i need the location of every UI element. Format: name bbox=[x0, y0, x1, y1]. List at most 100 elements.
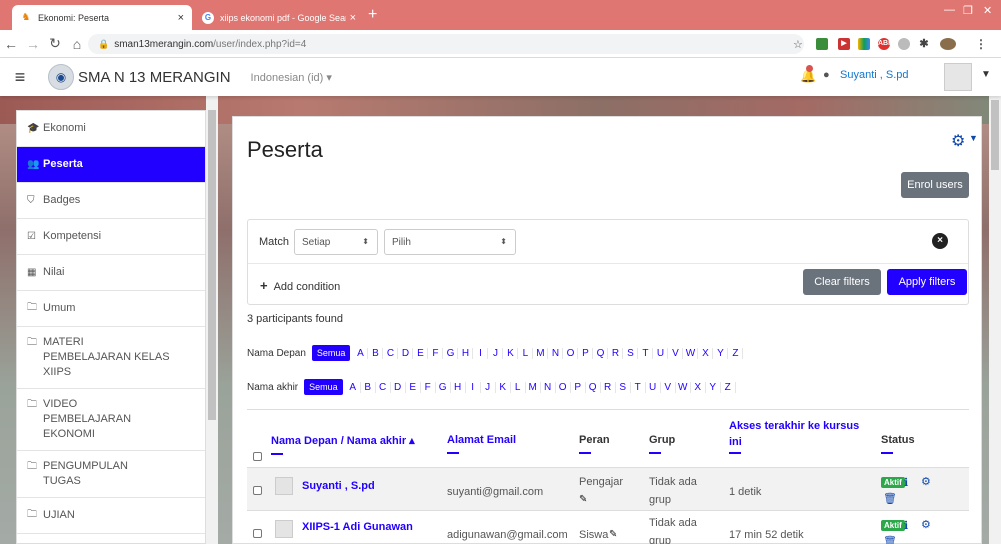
collapse-column-icon[interactable] bbox=[729, 452, 741, 454]
lastname-initial-j[interactable]: J bbox=[481, 381, 496, 393]
page-scrollbar[interactable] bbox=[989, 96, 1001, 544]
lastname-initial-u[interactable]: U bbox=[646, 381, 661, 393]
lastname-initial-g[interactable]: G bbox=[436, 381, 451, 393]
gear-icon[interactable]: ⚙ bbox=[951, 131, 965, 151]
lastname-initial-h[interactable]: H bbox=[451, 381, 466, 393]
firstname-initial-i[interactable]: I bbox=[473, 347, 489, 359]
school-logo[interactable]: ◉ bbox=[48, 64, 74, 90]
close-window-icon[interactable]: ✕ bbox=[983, 4, 992, 17]
firstname-initial-z[interactable]: Z bbox=[728, 347, 744, 359]
participant-name-link[interactable]: XIIPS-1 Adi Gunawan bbox=[302, 521, 413, 533]
user-avatar[interactable] bbox=[275, 520, 293, 538]
sidebar-item-ujian[interactable]: 🗀 UJIAN bbox=[17, 498, 205, 534]
user-avatar[interactable] bbox=[944, 63, 972, 91]
firstname-initial-h[interactable]: H bbox=[458, 347, 474, 359]
language-selector[interactable]: Indonesian (id) ▾ bbox=[251, 71, 332, 84]
new-tab-button[interactable]: + bbox=[368, 6, 377, 24]
sidebar-scrollbar[interactable] bbox=[206, 96, 218, 544]
lastname-initial-w[interactable]: W bbox=[676, 381, 691, 393]
firstname-all-button[interactable]: Semua bbox=[311, 345, 351, 361]
firstname-initial-p[interactable]: P bbox=[578, 347, 594, 359]
match-select[interactable]: Setiap ⬍ bbox=[294, 229, 378, 255]
hamburger-menu-icon[interactable]: ≡ bbox=[0, 67, 40, 88]
info-icon[interactable]: ℹ bbox=[904, 519, 908, 532]
bookmark-star-icon[interactable]: ☆ bbox=[793, 38, 803, 51]
notification-bell-icon[interactable]: 🔔 bbox=[800, 65, 816, 84]
firstname-initial-b[interactable]: B bbox=[368, 347, 384, 359]
firstname-initial-m[interactable]: M bbox=[533, 347, 549, 359]
firstname-initial-q[interactable]: Q bbox=[593, 347, 609, 359]
firstname-initial-s[interactable]: S bbox=[623, 347, 639, 359]
lastname-initial-q[interactable]: Q bbox=[586, 381, 601, 393]
lastname-initial-p[interactable]: P bbox=[571, 381, 586, 393]
sidebar-item-video[interactable]: 🗀 VIDEO PEMBELAJARAN EKONOMI bbox=[17, 389, 205, 451]
chevron-down-icon[interactable]: ▼ bbox=[969, 133, 978, 143]
trash-icon[interactable]: 🗑 bbox=[883, 535, 897, 544]
url-field[interactable]: 🔒 sman13merangin.com/user/index.php?id=4 bbox=[88, 34, 804, 54]
maximize-icon[interactable]: ❐ bbox=[963, 4, 973, 17]
extension-video-icon[interactable]: ▶ bbox=[838, 38, 850, 50]
apply-filters-button[interactable]: Apply filters bbox=[887, 269, 967, 295]
back-icon[interactable]: ← bbox=[0, 36, 22, 52]
sidebar-item-nilai[interactable]: ▦ Nilai bbox=[17, 255, 205, 291]
lastname-initial-o[interactable]: O bbox=[556, 381, 571, 393]
lastname-initial-z[interactable]: Z bbox=[721, 381, 736, 393]
column-last-access[interactable]: Akses terakhir ke kursus ini bbox=[729, 418, 859, 454]
firstname-initial-k[interactable]: K bbox=[503, 347, 519, 359]
sidebar-item-ekonomi[interactable]: 🎓 Ekonomi bbox=[17, 111, 205, 147]
participant-name-link[interactable]: Suyanti , S.pd bbox=[302, 480, 375, 492]
collapse-column-icon[interactable] bbox=[271, 453, 283, 455]
chrome-menu-icon[interactable]: ⋮ bbox=[975, 38, 987, 50]
lastname-initial-a[interactable]: A bbox=[346, 381, 361, 393]
user-menu-caret-icon[interactable]: ▼ bbox=[981, 69, 991, 80]
gear-icon[interactable]: ⚙ bbox=[921, 518, 931, 531]
firstname-initial-g[interactable]: G bbox=[443, 347, 459, 359]
select-all-checkbox[interactable] bbox=[253, 452, 262, 461]
firstname-initial-x[interactable]: X bbox=[698, 347, 714, 359]
site-name[interactable]: SMA N 13 MERANGIN bbox=[78, 69, 231, 86]
firstname-initial-e[interactable]: E bbox=[413, 347, 429, 359]
firstname-initial-l[interactable]: L bbox=[518, 347, 534, 359]
info-icon[interactable]: ℹ bbox=[904, 476, 908, 489]
adblock-icon[interactable]: ABP bbox=[878, 38, 893, 50]
firstname-initial-w[interactable]: W bbox=[683, 347, 699, 359]
lastname-initial-y[interactable]: Y bbox=[706, 381, 721, 393]
minimize-icon[interactable]: — bbox=[944, 4, 955, 16]
firstname-initial-t[interactable]: T bbox=[638, 347, 654, 359]
lastname-initial-v[interactable]: V bbox=[661, 381, 676, 393]
sidebar-item-kompetensi[interactable]: ☑ Kompetensi bbox=[17, 219, 205, 255]
firstname-initial-d[interactable]: D bbox=[398, 347, 414, 359]
lastname-initial-s[interactable]: S bbox=[616, 381, 631, 393]
row-checkbox[interactable] bbox=[253, 529, 262, 538]
user-name[interactable]: Suyanti , S.pd bbox=[840, 69, 909, 81]
trash-icon[interactable]: 🗑 bbox=[883, 492, 897, 505]
row-checkbox[interactable] bbox=[253, 486, 262, 495]
lastname-initial-l[interactable]: L bbox=[511, 381, 526, 393]
extension-tiles-icon[interactable] bbox=[858, 38, 870, 50]
lastname-initial-n[interactable]: N bbox=[541, 381, 556, 393]
tab-google-search[interactable]: G xiips ekonomi pdf - Google Searc × bbox=[194, 5, 364, 30]
edit-role-icon[interactable]: ✎ bbox=[609, 529, 617, 540]
lastname-initial-c[interactable]: C bbox=[376, 381, 391, 393]
collapse-column-icon[interactable] bbox=[881, 452, 893, 454]
sidebar-item-peserta[interactable]: 👥 Peserta bbox=[17, 147, 205, 183]
lastname-initial-r[interactable]: R bbox=[601, 381, 616, 393]
lastname-initial-b[interactable]: B bbox=[361, 381, 376, 393]
firstname-initial-u[interactable]: U bbox=[653, 347, 669, 359]
lastname-initial-f[interactable]: F bbox=[421, 381, 436, 393]
firstname-initial-r[interactable]: R bbox=[608, 347, 624, 359]
extension-globe-icon[interactable] bbox=[898, 38, 910, 50]
sidebar-scrollbar-thumb[interactable] bbox=[208, 110, 216, 420]
firstname-initial-n[interactable]: N bbox=[548, 347, 564, 359]
close-tab-icon[interactable]: × bbox=[178, 12, 184, 24]
enrol-users-button[interactable]: Enrol users bbox=[901, 172, 969, 198]
remove-filter-icon[interactable]: × bbox=[932, 233, 948, 249]
extensions-puzzle-icon[interactable]: ✱ bbox=[918, 38, 930, 50]
sidebar-item-materi[interactable]: 🗀 MATERI PEMBELAJARAN KELAS XIIPS bbox=[17, 327, 205, 389]
lastname-initial-t[interactable]: T bbox=[631, 381, 646, 393]
column-name[interactable]: Nama Depan / Nama akhir ▴ bbox=[271, 434, 415, 455]
firstname-initial-o[interactable]: O bbox=[563, 347, 579, 359]
forward-icon[interactable]: → bbox=[22, 36, 44, 52]
reload-icon[interactable]: ↻ bbox=[44, 35, 66, 52]
tab-ekonomi-peserta[interactable]: ♞ Ekonomi: Peserta × bbox=[12, 5, 192, 30]
